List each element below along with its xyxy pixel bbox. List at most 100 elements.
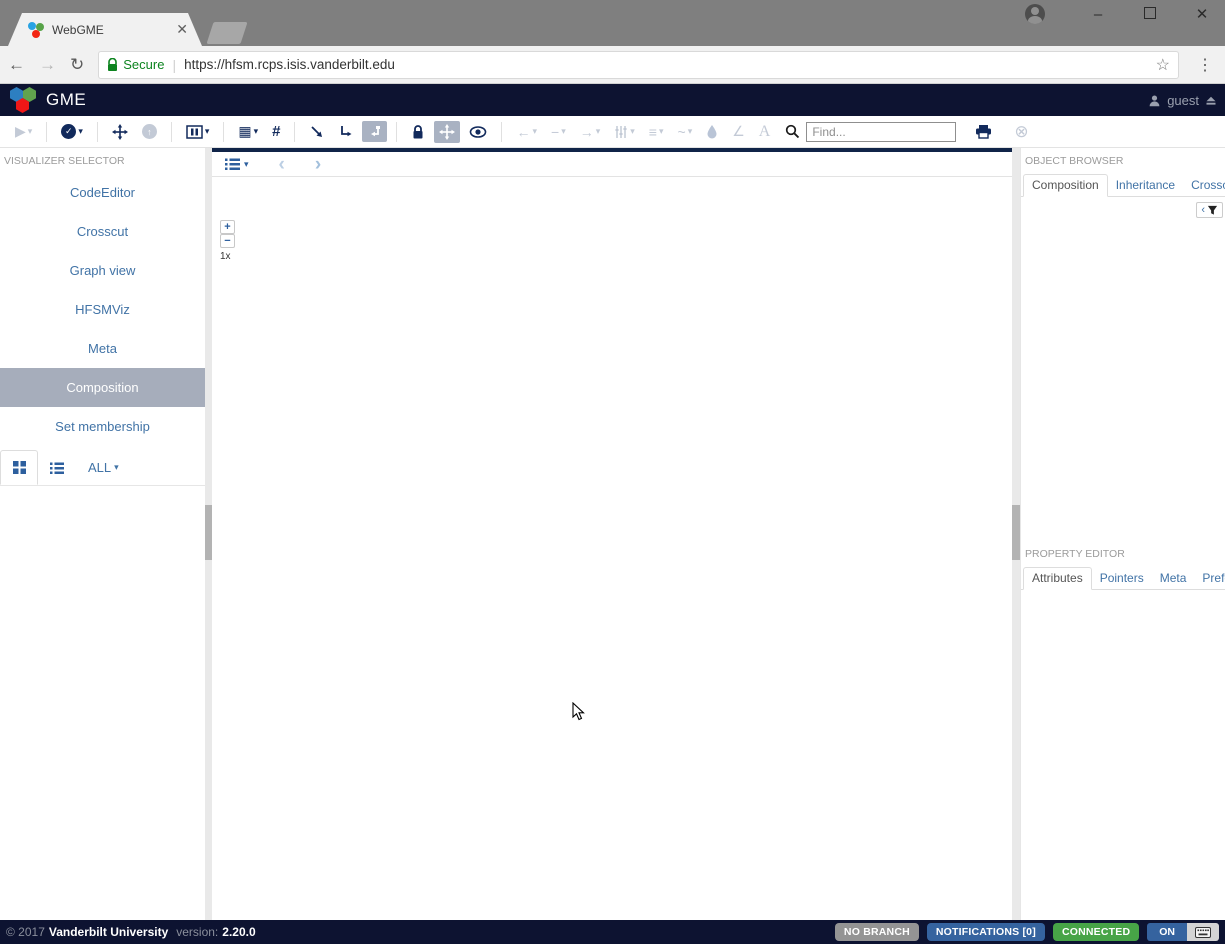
align-left-button[interactable]: ←▾ [511,121,542,143]
tab-list-view[interactable] [38,450,76,485]
fill-color-button[interactable] [701,121,723,142]
visualizer-item-meta[interactable]: Meta [0,329,205,368]
move-arrows-icon [439,124,455,140]
autofit-move-button[interactable] [107,121,133,143]
ob-tab-crosscut[interactable]: Crosscut [1183,175,1225,196]
tab-title: WebGME [52,23,176,37]
bookmark-star-icon[interactable]: ☆ [1156,55,1170,75]
line-style-button[interactable]: ≡▾ [644,121,669,143]
connection-status-badge[interactable]: CONNECTED [1053,923,1139,941]
branch-status-badge[interactable]: NO BRANCH [835,923,919,941]
part-browser-tabs: ALL ▾ [0,450,205,486]
up-level-button[interactable]: ↑ [137,121,162,142]
grid-icon [12,460,27,475]
lock-icon [411,124,425,140]
visibility-button[interactable] [464,122,492,142]
zoom-in-button[interactable]: + [220,220,235,234]
app-toolbar: ▶▾ ✓▾ ↑ ▾ ▦▾ # [0,116,1225,148]
visualizer-item-codeeditor[interactable]: CodeEditor [0,173,205,212]
right-splitter[interactable] [1012,148,1020,920]
secure-label: Secure [123,57,164,72]
canvas-list-menu[interactable]: ▾ [224,157,249,171]
pe-tab-preferences[interactable]: Preferences [1194,568,1225,589]
window-close-button[interactable]: ✕ [1189,5,1215,23]
align-sliders-button[interactable]: ▾ [609,122,640,142]
history-forward-icon[interactable]: › [315,155,321,174]
secure-indicator[interactable]: Secure [107,57,164,72]
toolbar-separator [171,122,172,142]
lock-button[interactable] [406,121,430,143]
username: guest [1167,93,1199,108]
keyboard-icon [1187,923,1219,941]
printer-icon [975,124,992,139]
notifications-badge[interactable]: NOTIFICATIONS [0] [927,923,1045,941]
route-auto-button[interactable] [362,121,387,142]
visualizer-item-hfsmviz[interactable]: HFSMViz [0,290,205,329]
version-label: version: [176,925,218,939]
connection-style-button[interactable]: ~▾ [673,121,698,143]
visualizer-item-composition[interactable]: Composition [0,368,205,407]
route-orthogonal-button[interactable] [333,121,358,142]
visualizer-item-graph-view[interactable]: Graph view [0,251,205,290]
user-menu[interactable]: guest [1148,93,1217,108]
ob-tab-inheritance[interactable]: Inheritance [1108,175,1183,196]
orthogonal-arrow-icon [338,124,353,139]
border-color-button[interactable]: ∠ [727,120,750,143]
run-plugin-button[interactable]: ▶▾ [10,120,37,143]
align-right-button[interactable]: →▾ [575,121,606,143]
forward-button[interactable]: → [39,55,56,75]
zoom-out-button[interactable]: − [220,234,235,248]
text-color-button[interactable]: A [754,120,776,144]
window-minimize-button[interactable]: – [1085,6,1111,23]
right-panel: OBJECT BROWSER Composition Inheritance C… [1020,148,1225,920]
window-maximize-button[interactable] [1137,6,1163,23]
visualizer-item-crosscut[interactable]: Crosscut [0,212,205,251]
browser-profile-icon[interactable] [1025,4,1045,24]
part-filter-label: ALL [88,460,111,475]
refresh-disabled-button[interactable]: ⊗ [1009,119,1033,145]
composition-canvas[interactable]: ▾ ‹ › + − 1x [212,148,1012,920]
toolbar-separator [501,122,502,142]
right-splitter-handle[interactable] [1012,505,1020,560]
ob-tab-composition[interactable]: Composition [1023,174,1108,197]
grid-layout-button[interactable]: ▦▾ [233,120,263,143]
toolbar-separator [97,122,98,142]
commit-status-button[interactable]: ✓▾ [56,121,88,142]
tree-filter-button[interactable]: ‹ [1196,202,1223,218]
organization-text: Vanderbilt University [49,925,168,939]
find-input[interactable] [806,122,956,142]
address-bar[interactable]: Secure | https://hfsm.rcps.isis.vanderbi… [98,51,1179,79]
url-text[interactable]: https://hfsm.rcps.isis.vanderbilt.edu [184,57,1148,72]
pe-tab-pointers[interactable]: Pointers [1092,568,1152,589]
tab-grid-view[interactable] [0,450,38,485]
columns-view-button[interactable]: ▾ [181,122,215,142]
route-straight-button[interactable] [304,121,329,142]
browser-toolbar: ← → ↻ Secure | https://hfsm.rcps.isis.va… [0,46,1225,84]
new-tab-button[interactable] [206,22,247,44]
left-splitter[interactable] [205,148,212,920]
print-button[interactable] [970,121,997,142]
pan-mode-button[interactable] [434,121,460,143]
logout-eject-icon[interactable] [1205,95,1217,106]
toolbar-separator [46,122,47,142]
pe-tab-meta[interactable]: Meta [1152,568,1195,589]
zoom-controls: + − 1x [220,220,235,262]
search-icon [785,124,800,139]
browser-tab[interactable]: WebGME ✕ [8,13,202,46]
keyboard-shortcuts-toggle[interactable]: ON [1147,923,1219,941]
left-splitter-handle[interactable] [205,505,212,560]
browser-menu-icon[interactable]: ⋮ [1193,55,1217,75]
visualizer-item-set-membership[interactable]: Set membership [0,407,205,446]
pe-tab-attributes[interactable]: Attributes [1023,567,1092,590]
snap-grid-button[interactable]: # [267,120,285,143]
part-filter-dropdown[interactable]: ALL ▾ [88,450,119,485]
tab-close-icon[interactable]: ✕ [176,21,188,38]
distribute-button[interactable]: −▾ [546,121,571,143]
history-back-icon[interactable]: ‹ [279,155,285,174]
back-button[interactable]: ← [8,55,25,75]
property-editor-panel: PROPERTY EDITOR Attributes Pointers Meta… [1021,541,1225,920]
toggle-on-label: ON [1147,923,1187,941]
visualizer-selector-panel: VISUALIZER SELECTOR CodeEditor Crosscut … [0,148,205,920]
reload-button[interactable]: ↻ [70,55,84,75]
object-browser-tabs: Composition Inheritance Crosscut [1021,173,1225,197]
